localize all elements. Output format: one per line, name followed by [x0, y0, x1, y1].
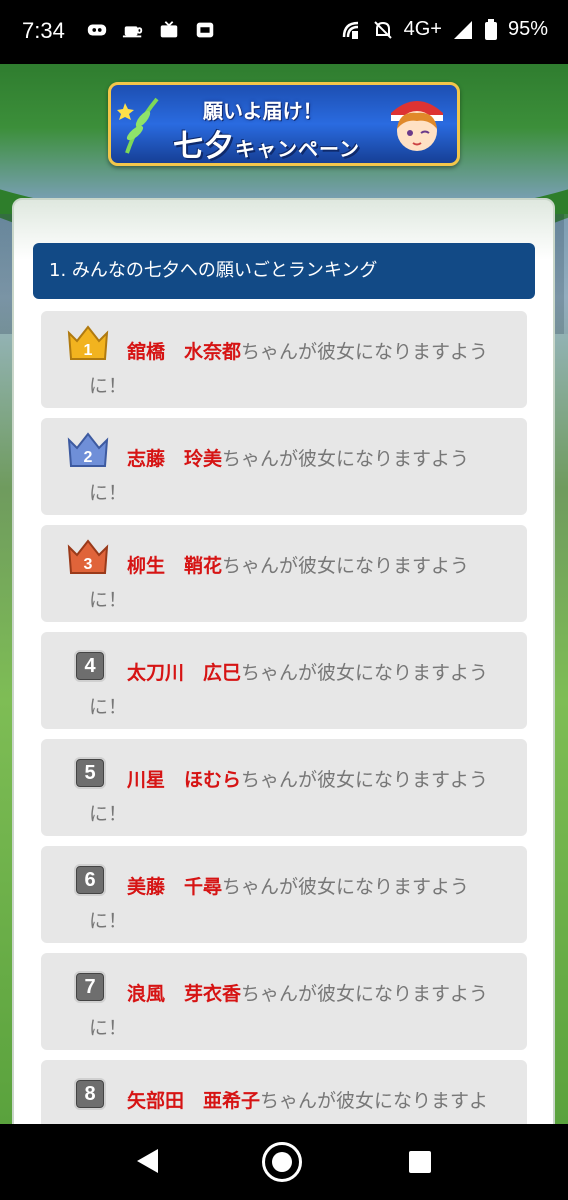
- wish-text-cont: に！: [89, 696, 128, 718]
- status-bar: 7:34 4G+ 95%: [0, 0, 568, 64]
- system-status: 4G+ 95%: [340, 18, 548, 41]
- rank-number-badge: 4: [74, 650, 106, 682]
- wish-text: ちゃんが彼女になりますよ: [260, 1090, 489, 1112]
- wish-text: ちゃんが彼女になりますよう: [241, 769, 489, 791]
- ranking-item-7: 7 浪風 芽衣香ちゃんが彼女になりますよう に！: [41, 953, 527, 1050]
- character-name: 太刀川 広巳: [127, 662, 242, 684]
- character-name: 美藤 千尋: [127, 876, 223, 898]
- wish-text-cont: に！: [89, 482, 128, 504]
- clock: 7:34: [22, 18, 65, 43]
- wish-text: ちゃんが彼女になりますよう: [241, 662, 489, 684]
- wish-text-cont: に！: [89, 375, 128, 397]
- gold-crown-icon: 1: [67, 325, 109, 360]
- ranking-item-3: 3 柳生 鞘花ちゃんが彼女になりますよう に！: [41, 525, 527, 622]
- rank-number-badge: 6: [74, 864, 106, 896]
- wish-text: ちゃんが彼女になりますよう: [241, 341, 489, 363]
- bronze-crown-icon: 3: [67, 539, 109, 574]
- character-name: 浪風 芽衣香: [127, 983, 242, 1005]
- silver-crown-icon: 2: [67, 432, 109, 467]
- bamboo-leaf-icon: [117, 97, 159, 154]
- app-icon: [196, 22, 214, 38]
- campaign-banner[interactable]: 願いよ届け！ 七夕キャンペーン: [108, 82, 460, 166]
- character-name: 志藤 玲美: [127, 448, 223, 470]
- ranking-item-4: 4 太刀川 広巳ちゃんが彼女になりますよう に！: [41, 632, 527, 729]
- character-name: 舘橋 水奈都: [127, 341, 242, 363]
- wish-text-cont: に！: [89, 803, 128, 825]
- ranking-item-5: 5 川星 ほむらちゃんが彼女になりますよう に！: [41, 739, 527, 836]
- tv-icon: [160, 21, 178, 38]
- back-icon[interactable]: [136, 1148, 160, 1174]
- wish-text: ちゃんが彼女になりますよう: [222, 876, 470, 898]
- character-name: 川星 ほむら: [127, 769, 242, 791]
- ranking-item-1: 1 舘橋 水奈都ちゃんが彼女になりますよう に！: [41, 311, 527, 408]
- wish-text-cont: に！: [89, 1017, 128, 1039]
- banner-campaign: キャンペーン: [235, 137, 360, 161]
- recent-apps-button[interactable]: [409, 1151, 431, 1173]
- rank-number-badge: 7: [74, 971, 106, 1003]
- banner-title-line1: 願いよ届け！: [203, 99, 323, 123]
- home-button[interactable]: [262, 1142, 302, 1182]
- mute-icon: [373, 20, 392, 39]
- discord-icon: [87, 24, 107, 36]
- rank-number-badge: 8: [74, 1078, 106, 1110]
- rank-number-badge: 5: [74, 757, 106, 789]
- network-type: 4G+: [403, 18, 442, 40]
- rank-number-1: 1: [84, 342, 93, 359]
- wish-text: ちゃんが彼女になりますよう: [222, 448, 470, 470]
- wish-text-cont: に！: [89, 910, 128, 932]
- wish-text: ちゃんが彼女になりますよう: [222, 555, 470, 577]
- battery-percent: 95%: [507, 18, 548, 40]
- notification-icons: [86, 20, 216, 40]
- nfc-icon: [342, 21, 358, 39]
- ranking-item-8: 8 矢部田 亜希子ちゃんが彼女になりますよ: [41, 1060, 527, 1124]
- ranking-item-6: 6 美藤 千尋ちゃんが彼女になりますよう に！: [41, 846, 527, 943]
- character-name: 矢部田 亜希子: [127, 1090, 261, 1112]
- cup-icon: [122, 26, 143, 38]
- character-mascot-icon: [391, 101, 443, 151]
- system-nav-bar: [0, 1124, 568, 1200]
- section-title: 1. みんなの七夕への願いごとランキング: [33, 243, 535, 299]
- rank-number-3: 3: [84, 556, 93, 573]
- signal-icon: [453, 20, 472, 39]
- character-name: 柳生 鞘花: [127, 555, 223, 577]
- ranking-item-2: 2 志藤 玲美ちゃんが彼女になりますよう に！: [41, 418, 527, 515]
- battery-icon: [484, 18, 497, 40]
- wish-text-cont: に！: [89, 589, 128, 611]
- rank-number-2: 2: [84, 449, 93, 466]
- banner-tanabata: 七夕: [173, 129, 235, 164]
- banner-title-line2: 七夕キャンペーン: [173, 121, 360, 165]
- wish-text: ちゃんが彼女になりますよう: [241, 983, 489, 1005]
